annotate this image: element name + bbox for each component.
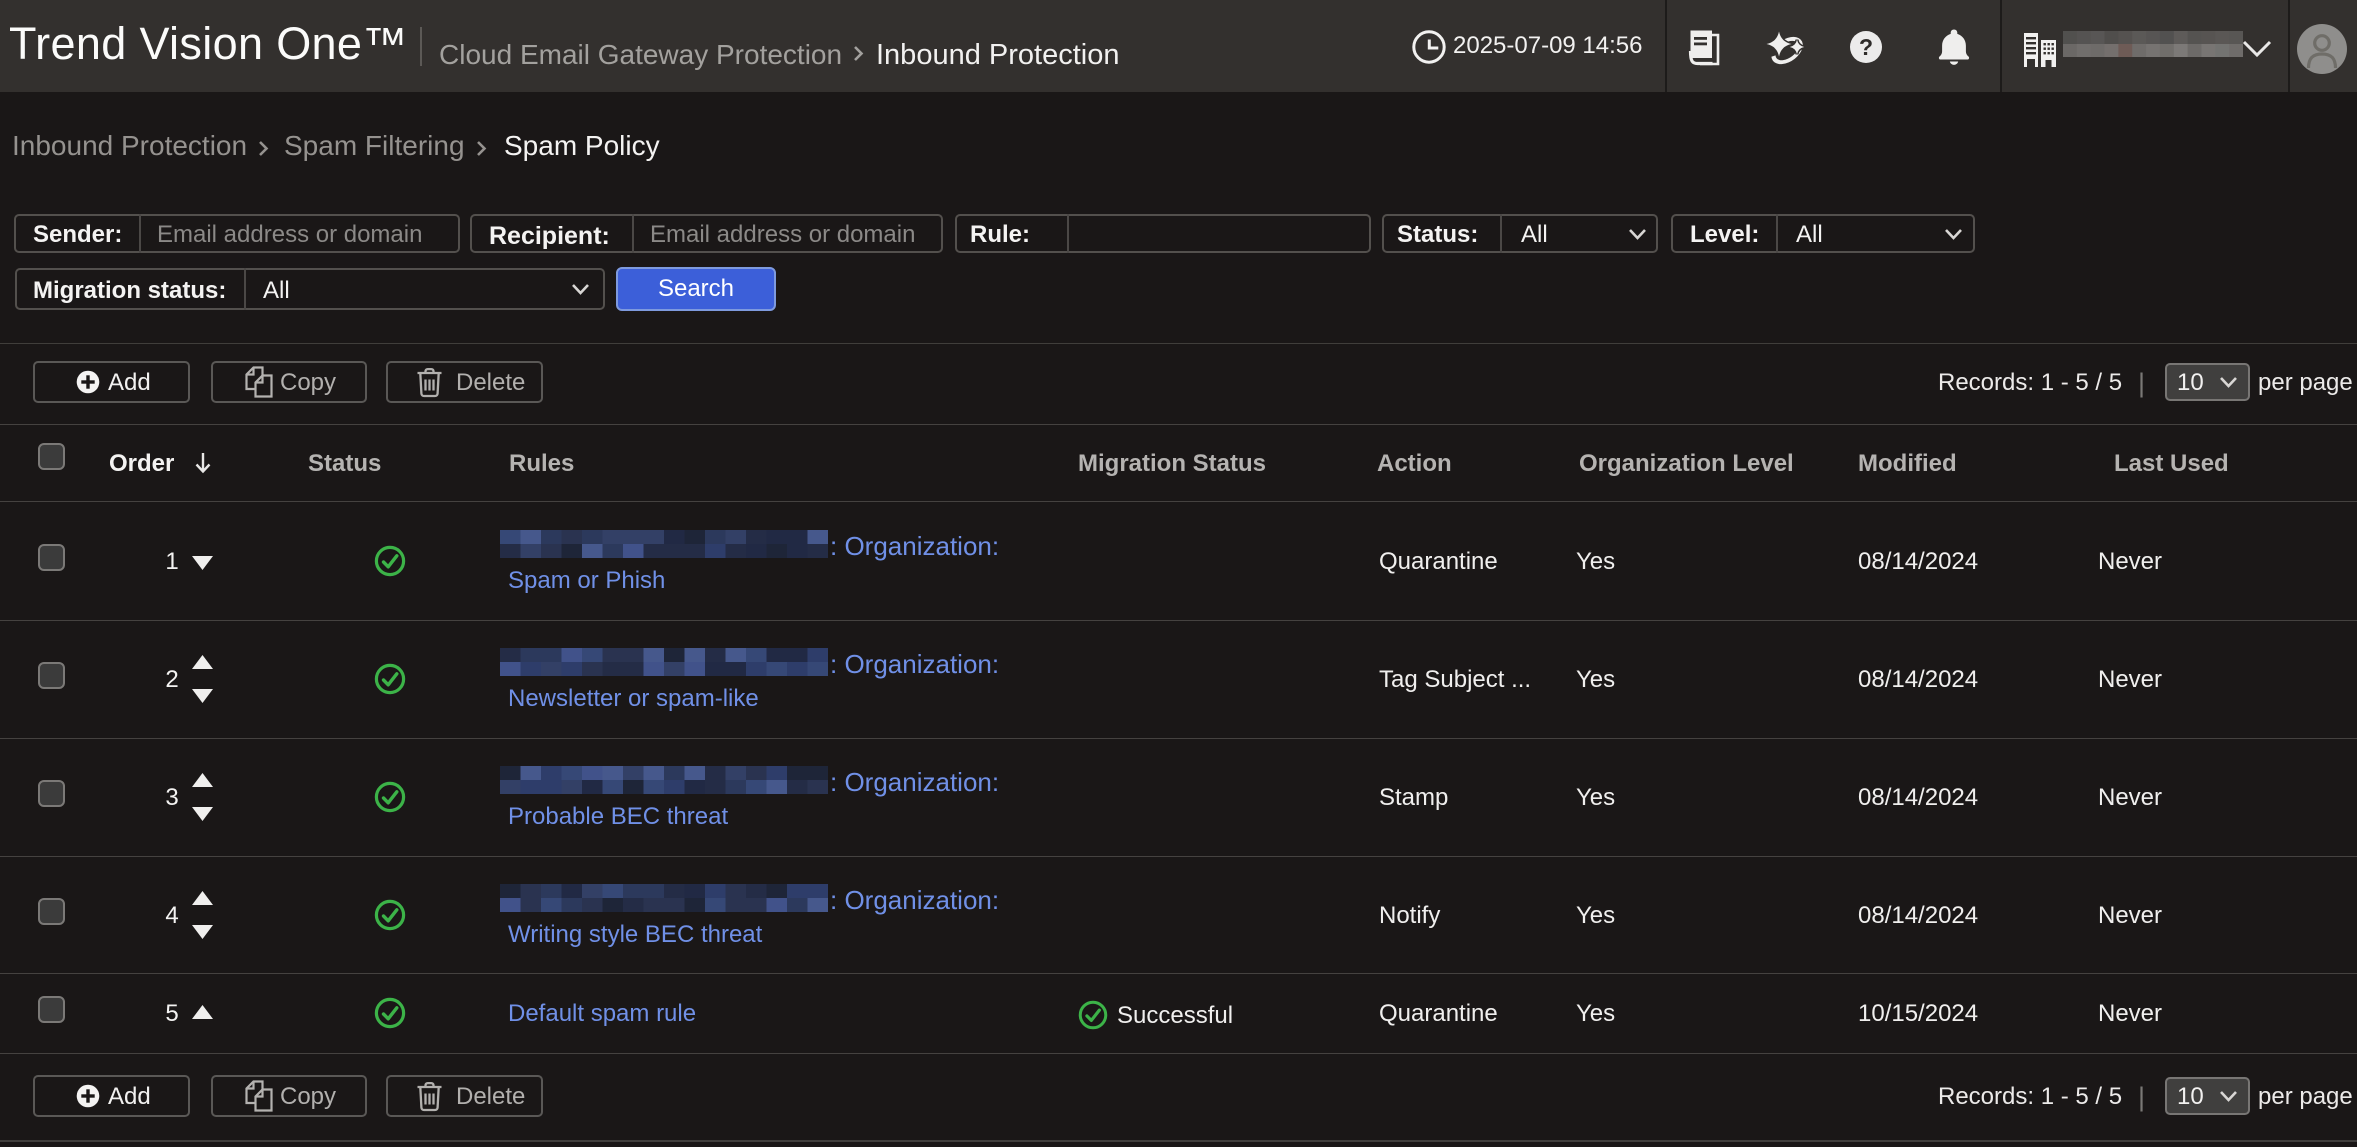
svg-text:?: ? <box>1859 34 1873 60</box>
